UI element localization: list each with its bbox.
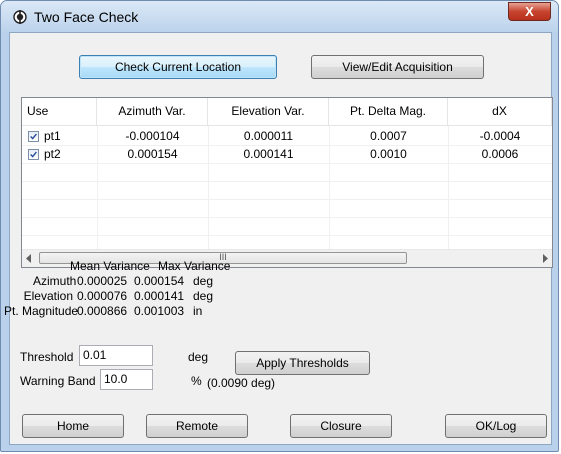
closure-button[interactable]: Closure [290,414,392,438]
window-title: Two Face Check [34,9,139,25]
warning-band-computed: (0.0090 deg) [207,376,276,390]
column-header-elevation-var[interactable]: Elevation Var. [208,98,329,126]
dx-value: 0.0006 [481,147,519,161]
azimuth-unit: deg [193,274,214,288]
azimuth-var-value: 0.000154 [127,147,178,161]
title-bar[interactable]: Two Face Check X [1,1,558,32]
remote-button[interactable]: Remote [146,414,248,438]
pt-magnitude-max-value: 0.001003 [134,304,185,318]
threshold-unit: deg [188,350,209,364]
elevation-max-value: 0.000141 [134,289,185,303]
grid-line [22,181,552,182]
elevation-mean-value: 0.000076 [77,289,128,303]
dialog-body: Check Current Location View/Edit Acquisi… [4,32,553,445]
pt-delta-mag-value: 0.0010 [370,147,407,161]
threshold-input[interactable]: 0.01 [79,345,153,366]
home-button[interactable]: Home [22,414,124,438]
apply-thresholds-button[interactable]: Apply Thresholds [235,351,370,375]
use-checkbox-pt2[interactable] [28,149,39,160]
azimuth-var-value: -0.000104 [125,129,180,143]
ok-log-button[interactable]: OK/Log [445,414,547,438]
elevation-var-value: 0.000011 [243,129,294,143]
pt-magnitude-label: Pt. Magnitude [4,304,79,318]
dx-value: -0.0004 [479,129,521,143]
warning-band-label: Warning Band [20,374,96,388]
point-name: pt2 [44,147,61,161]
points-table[interactable]: Use Azimuth Var. Elevation Var. Pt. Delt… [21,97,553,268]
max-variance-header: Max Variance [158,259,231,273]
azimuth-label: Azimuth [33,274,77,288]
column-header-pt-delta-mag[interactable]: Pt. Delta Mag. [329,98,448,126]
azimuth-mean-value: 0.000025 [77,274,128,288]
column-header-use[interactable]: Use [22,98,97,126]
threshold-label: Threshold [20,350,74,364]
column-header-azimuth-var[interactable]: Azimuth Var. [97,98,208,126]
warning-band-input[interactable]: 10.0 [100,369,153,390]
scroll-right-arrow-icon[interactable] [542,254,548,263]
grid-line [22,217,552,218]
column-header-dx[interactable]: dX [448,98,552,126]
grid-line [22,163,552,164]
scroll-left-arrow-icon[interactable] [26,254,32,263]
pt-magnitude-unit: in [193,304,203,318]
point-name: pt1 [44,129,61,143]
elevation-label: Elevation [23,289,73,303]
elevation-var-value: 0.000141 [243,147,294,161]
grid-line [22,199,552,200]
azimuth-max-value: 0.000154 [134,274,185,288]
pt-delta-mag-value: 0.0007 [370,129,407,143]
two-face-check-window: Two Face Check X Check Current Location … [0,0,559,452]
grid-line [22,235,552,236]
warning-band-unit: % [191,374,202,388]
app-icon [13,10,27,24]
close-button[interactable]: X [508,2,551,21]
view-edit-acquisition-button[interactable]: View/Edit Acquisition [311,55,484,79]
mean-variance-header: Mean Variance [70,259,150,273]
elevation-unit: deg [193,289,214,303]
pt-magnitude-mean-value: 0.000866 [77,304,128,318]
check-current-location-button[interactable]: Check Current Location [79,55,277,79]
use-checkbox-pt1[interactable] [28,131,39,142]
